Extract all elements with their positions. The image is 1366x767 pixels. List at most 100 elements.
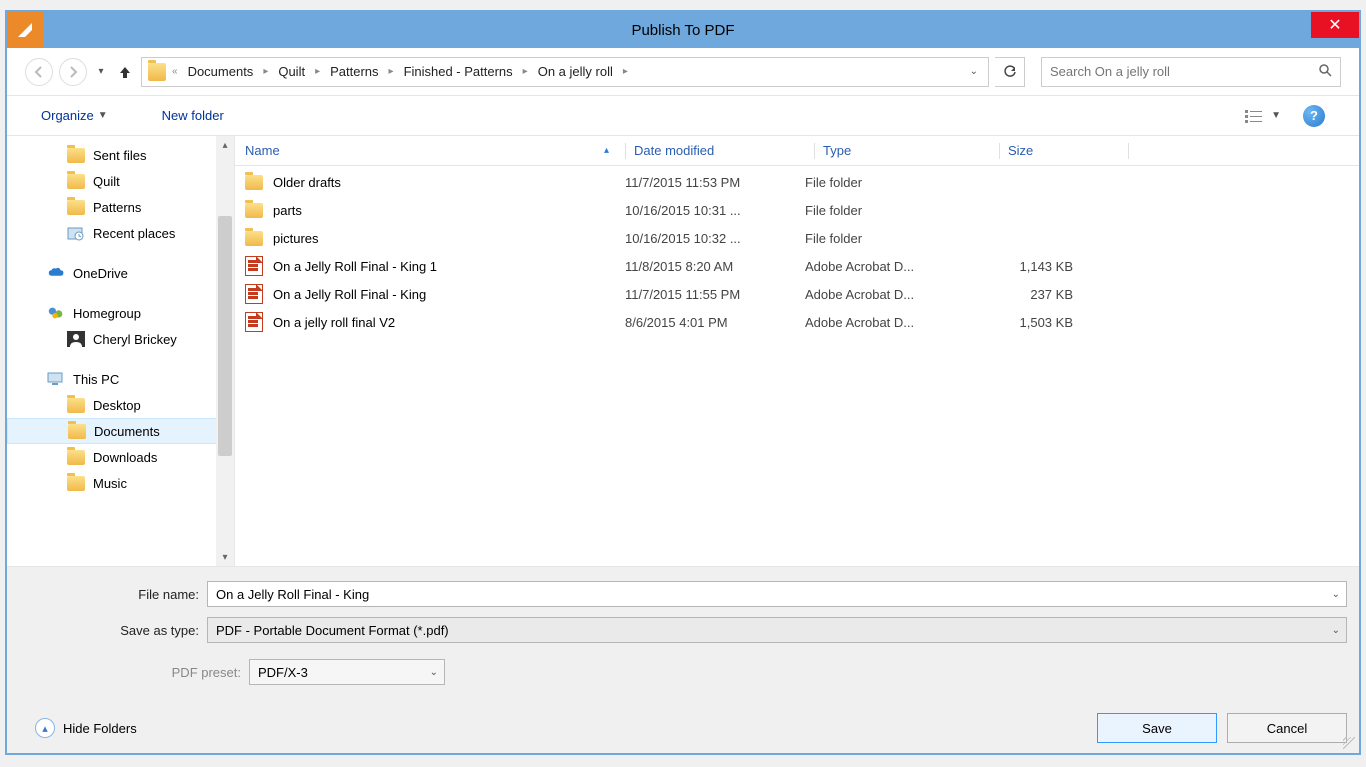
navigation-bar: ▾ « Documents ▸ Quilt ▸ Patterns ▸ Finis… bbox=[7, 48, 1359, 96]
folder-icon bbox=[67, 398, 85, 413]
file-row[interactable]: On a Jelly Roll Final - King11/7/2015 11… bbox=[235, 280, 1359, 308]
folder-icon bbox=[245, 175, 263, 190]
pdfpreset-select[interactable]: PDF/X-3 ⌄ bbox=[249, 659, 445, 685]
new-folder-button[interactable]: New folder bbox=[162, 108, 224, 123]
tree-label: Downloads bbox=[93, 450, 157, 465]
dropdown-icon[interactable]: ⌄ bbox=[1332, 589, 1340, 600]
tree-item-this-pc[interactable]: This PC bbox=[7, 366, 234, 392]
refresh-button[interactable] bbox=[995, 57, 1025, 87]
publish-to-pdf-dialog: Publish To PDF ✕ ▾ « Documents ▸ Quilt ▸… bbox=[5, 10, 1361, 755]
breadcrumb-item[interactable]: Quilt bbox=[274, 64, 309, 79]
saveastype-value: PDF - Portable Document Format (*.pdf) bbox=[216, 623, 449, 638]
breadcrumb-item[interactable]: On a jelly roll bbox=[534, 64, 617, 79]
saveastype-select[interactable]: PDF - Portable Document Format (*.pdf) ⌄ bbox=[207, 617, 1347, 643]
column-type[interactable]: Type bbox=[823, 143, 999, 158]
tree-item-music[interactable]: Music bbox=[7, 470, 234, 496]
help-button[interactable]: ? bbox=[1303, 105, 1325, 127]
file-date: 11/7/2015 11:53 PM bbox=[625, 175, 805, 190]
file-row[interactable]: Older drafts11/7/2015 11:53 PMFile folde… bbox=[235, 168, 1359, 196]
close-button[interactable]: ✕ bbox=[1311, 12, 1359, 38]
breadcrumb-separator: ▸ bbox=[521, 66, 530, 77]
tree-item-quilt[interactable]: Quilt bbox=[7, 168, 234, 194]
sort-indicator-icon: ▴ bbox=[604, 145, 609, 156]
pdf-icon bbox=[245, 312, 263, 332]
forward-button[interactable] bbox=[59, 58, 87, 86]
file-name: On a Jelly Roll Final - King bbox=[273, 287, 426, 302]
file-size: 1,503 KB bbox=[981, 315, 1101, 330]
folder-icon bbox=[67, 200, 85, 215]
organize-menu[interactable]: Organize ▼ bbox=[41, 108, 108, 123]
view-options-button[interactable]: ▼ bbox=[1245, 109, 1281, 123]
file-type: Adobe Acrobat D... bbox=[805, 315, 981, 330]
onedrive-icon bbox=[47, 265, 65, 281]
file-row[interactable]: pictures10/16/2015 10:32 ...File folder bbox=[235, 224, 1359, 252]
scroll-thumb[interactable] bbox=[218, 216, 232, 456]
tree-item-desktop[interactable]: Desktop bbox=[7, 392, 234, 418]
resize-grip[interactable] bbox=[1343, 737, 1355, 749]
homegroup-icon bbox=[47, 305, 65, 321]
file-list-pane: Name ▴ Date modified Type Size Older dra… bbox=[235, 136, 1359, 566]
save-button[interactable]: Save bbox=[1097, 713, 1217, 743]
tree-item-user[interactable]: Cheryl Brickey bbox=[7, 326, 234, 352]
filename-label: File name: bbox=[19, 587, 207, 602]
file-type: Adobe Acrobat D... bbox=[805, 259, 981, 274]
tree-label: OneDrive bbox=[73, 266, 128, 281]
hide-folders-toggle[interactable]: ▴ Hide Folders bbox=[35, 718, 137, 738]
column-date[interactable]: Date modified bbox=[634, 143, 814, 158]
up-button[interactable] bbox=[115, 58, 135, 86]
breadcrumb-separator: ▸ bbox=[387, 66, 396, 77]
tree-item-documents[interactable]: Documents bbox=[7, 418, 234, 444]
history-dropdown[interactable]: ▾ bbox=[93, 58, 109, 86]
scroll-down-icon[interactable]: ▾ bbox=[216, 548, 234, 566]
breadcrumb-item[interactable]: Patterns bbox=[326, 64, 382, 79]
tree-item-homegroup[interactable]: Homegroup bbox=[7, 300, 234, 326]
folder-icon bbox=[67, 148, 85, 163]
folder-tree: Sent files Quilt Patterns Recent places bbox=[7, 136, 235, 566]
file-row[interactable]: On a Jelly Roll Final - King 111/8/2015 … bbox=[235, 252, 1359, 280]
search-input[interactable] bbox=[1050, 64, 1318, 79]
tree-item-sent-files[interactable]: Sent files bbox=[7, 142, 234, 168]
breadcrumb-item[interactable]: Finished - Patterns bbox=[400, 64, 517, 79]
file-type: File folder bbox=[805, 203, 981, 218]
column-headers: Name ▴ Date modified Type Size bbox=[235, 136, 1359, 166]
file-row[interactable]: On a jelly roll final V28/6/2015 4:01 PM… bbox=[235, 308, 1359, 336]
dropdown-icon[interactable]: ⌄ bbox=[1332, 625, 1340, 636]
file-date: 10/16/2015 10:31 ... bbox=[625, 203, 805, 218]
column-name[interactable]: Name ▴ bbox=[245, 143, 625, 158]
tree-item-patterns[interactable]: Patterns bbox=[7, 194, 234, 220]
tree-item-onedrive[interactable]: OneDrive bbox=[7, 260, 234, 286]
folder-icon bbox=[245, 231, 263, 246]
pdfpreset-value: PDF/X-3 bbox=[258, 665, 308, 680]
back-button[interactable] bbox=[25, 58, 53, 86]
address-dropdown[interactable]: ⌄ bbox=[966, 66, 982, 77]
hide-folders-label: Hide Folders bbox=[63, 721, 137, 736]
breadcrumb-prefix: « bbox=[170, 66, 180, 77]
breadcrumb-separator: ▸ bbox=[313, 66, 322, 77]
sidebar-scrollbar[interactable]: ▴ ▾ bbox=[216, 136, 234, 566]
window-title: Publish To PDF bbox=[7, 22, 1359, 39]
filename-input[interactable]: On a Jelly Roll Final - King ⌄ bbox=[207, 581, 1347, 607]
address-bar[interactable]: « Documents ▸ Quilt ▸ Patterns ▸ Finishe… bbox=[141, 57, 989, 87]
column-size[interactable]: Size bbox=[1008, 143, 1128, 158]
folder-icon bbox=[148, 63, 166, 81]
file-name: Older drafts bbox=[273, 175, 341, 190]
tree-label: Sent files bbox=[93, 148, 146, 163]
tree-label: Homegroup bbox=[73, 306, 141, 321]
tree-item-recent-places[interactable]: Recent places bbox=[7, 220, 234, 246]
pc-icon bbox=[47, 371, 65, 387]
search-box[interactable] bbox=[1041, 57, 1341, 87]
filename-value: On a Jelly Roll Final - King bbox=[216, 587, 369, 602]
breadcrumb-item[interactable]: Documents bbox=[184, 64, 258, 79]
tree-item-downloads[interactable]: Downloads bbox=[7, 444, 234, 470]
column-label: Name bbox=[245, 143, 280, 158]
file-type: File folder bbox=[805, 231, 981, 246]
file-date: 8/6/2015 4:01 PM bbox=[625, 315, 805, 330]
person-icon bbox=[67, 331, 85, 347]
file-row[interactable]: parts10/16/2015 10:31 ...File folder bbox=[235, 196, 1359, 224]
scroll-up-icon[interactable]: ▴ bbox=[216, 136, 234, 154]
dropdown-icon[interactable]: ⌄ bbox=[430, 667, 438, 678]
file-date: 11/8/2015 8:20 AM bbox=[625, 259, 805, 274]
cancel-button[interactable]: Cancel bbox=[1227, 713, 1347, 743]
file-rows: Older drafts11/7/2015 11:53 PMFile folde… bbox=[235, 166, 1359, 566]
tree-label: Patterns bbox=[93, 200, 141, 215]
